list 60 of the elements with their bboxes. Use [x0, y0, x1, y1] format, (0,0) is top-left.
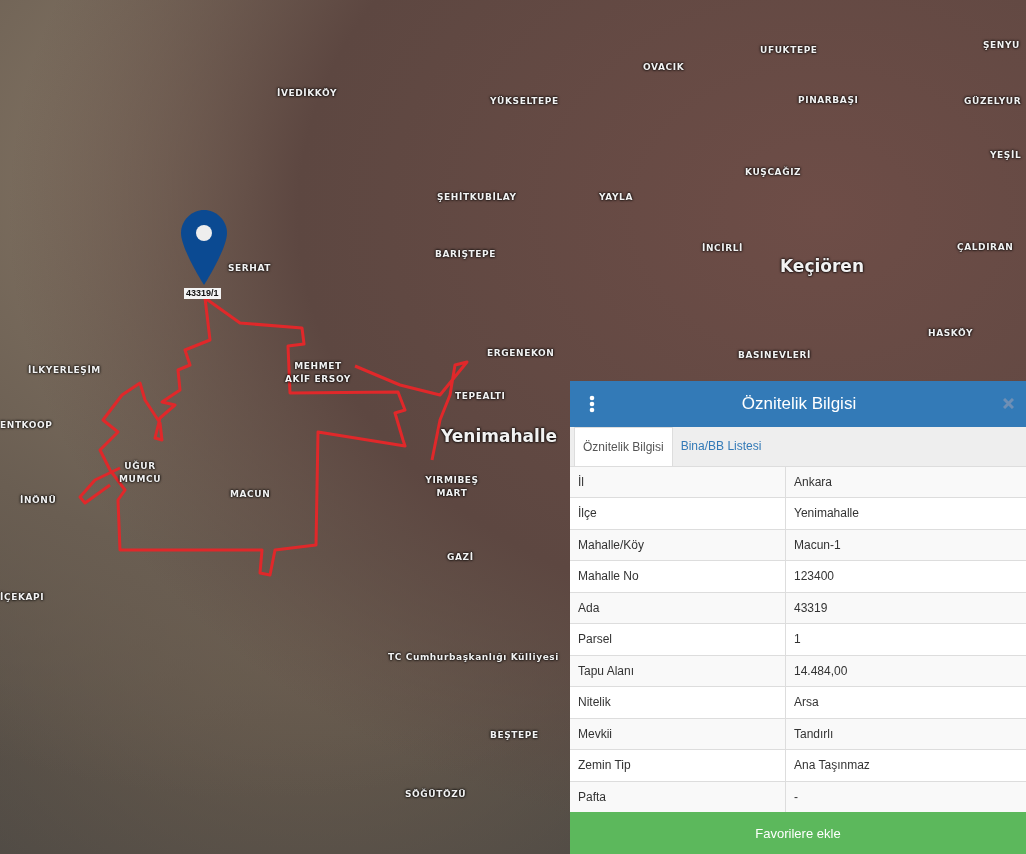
place-label: GÜZELYUR — [964, 95, 1022, 108]
place-label: İNÖNÜ — [20, 494, 57, 507]
place-label: PINARBAŞI — [798, 94, 859, 107]
tab[interactable]: Bina/BB Listesi — [672, 426, 770, 466]
attribute-value: Ankara — [793, 474, 834, 491]
attribute-value: Yenimahalle — [793, 505, 860, 523]
place-label: UĞUR MUMCU — [117, 460, 163, 486]
place-label: YEŞİL — [990, 149, 1022, 162]
attribute-name: İl — [570, 466, 786, 498]
attribute-name: İlçe — [570, 498, 786, 529]
add-to-favorites-button[interactable]: Favorilere ekle — [570, 812, 1026, 854]
attribute-value: Arsa — [793, 694, 820, 712]
place-label: Keçiören — [780, 255, 864, 277]
attribute-name: Mahalle No — [570, 561, 786, 592]
attribute-value: 123400 — [793, 568, 836, 586]
place-label: Yenimahalle — [441, 425, 558, 447]
attribute-value: 43319 — [793, 600, 829, 617]
place-label: İÇEKAPI — [0, 591, 45, 604]
place-label: İVEDİKKÖY — [277, 87, 338, 100]
attribute-name: Nitelik — [570, 687, 786, 718]
panel-title: Öznitelik Bilgisi — [740, 393, 858, 414]
attribute-value: Tandırlı — [793, 726, 835, 743]
place-label: HASKÖY — [928, 327, 973, 340]
attribute-name: Zemin Tip — [570, 750, 786, 781]
place-label: ENTKOOP — [0, 419, 53, 432]
place-label: SÖĞÜTÖZÜ — [405, 788, 467, 801]
attribute-name: Mevkii — [570, 718, 786, 750]
place-label: ERGENEKON — [487, 347, 555, 360]
place-label: YIRMIBEŞ MART — [424, 474, 480, 500]
attribute-name: Ada — [570, 592, 786, 624]
place-label: YÜKSELTEPE — [490, 95, 559, 108]
attribute-value: Ana Taşınmaz — [793, 757, 871, 775]
place-label: YAYLA — [599, 191, 633, 204]
place-label: BASINEVLERİ — [738, 349, 812, 362]
parcel-label: 43319/1 — [184, 288, 221, 299]
place-label: TEPEALTI — [455, 390, 506, 403]
place-label: GAZİ — [447, 551, 474, 564]
place-label: KUŞCAĞIZ — [745, 166, 802, 179]
place-label: SERHAT — [228, 262, 272, 275]
place-label: BARIŞTEPE — [435, 248, 497, 261]
place-label: TC Cumhurbaşkanlığı Külliyesi — [388, 651, 559, 664]
place-label: İLKYERLEŞİM — [28, 364, 101, 377]
menu-icon[interactable] — [589, 394, 595, 413]
tab[interactable]: Öznitelik Bilgisi — [574, 426, 673, 466]
place-label: BEŞTEPE — [490, 729, 539, 742]
place-label: MACUN — [230, 488, 271, 501]
place-label: ŞENYU — [983, 39, 1020, 52]
place-label: ŞEHİTKUBİLAY — [437, 191, 517, 204]
attribute-name: Tapu Alanı — [570, 655, 786, 687]
place-label: ÇALDIRAN — [957, 241, 1014, 254]
attribute-value: 1 — [793, 631, 802, 649]
attribute-value: - — [793, 789, 799, 806]
location-pin-icon[interactable] — [181, 210, 227, 285]
place-label: OVACIK — [643, 61, 685, 74]
attribute-name: Parsel — [570, 624, 786, 655]
attribute-value: 14.484,00 — [793, 663, 849, 680]
place-label: İNCİRLİ — [702, 242, 744, 255]
attribute-value: Macun-1 — [793, 537, 842, 554]
place-label: UFUKTEPE — [760, 44, 818, 57]
attribute-name: Mahalle/Köy — [570, 529, 786, 561]
